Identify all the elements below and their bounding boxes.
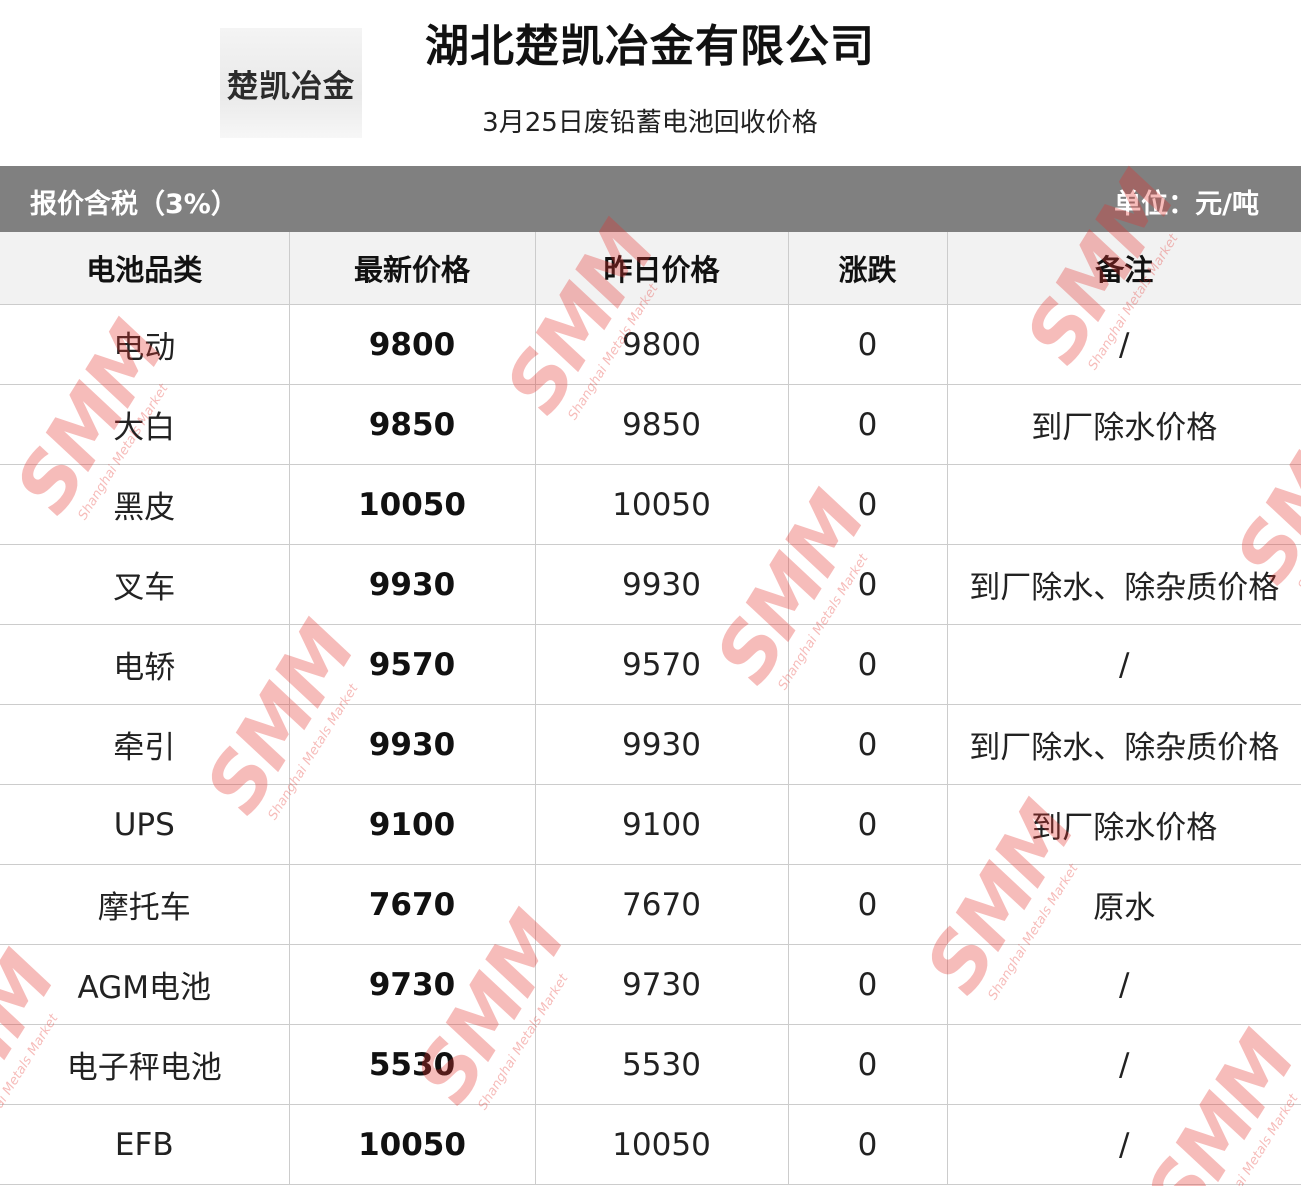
cell-latest-price: 9100: [288, 784, 535, 865]
cell-note: 到厂除水价格: [946, 384, 1301, 465]
logo-text: 楚凯冶金: [227, 68, 355, 105]
cell-change: 0: [787, 464, 947, 545]
table-header-row: 电池品类 最新价格 昨日价格 涨跌 备注: [0, 232, 1301, 305]
cell-note: /: [946, 944, 1301, 1025]
cell-yesterday-price: 9730: [534, 944, 788, 1025]
cell-latest-price: 10050: [288, 1104, 535, 1185]
table-row: 叉车 9930 9930 0 到厂除水、除杂质价格: [0, 544, 1301, 625]
cell-latest-price: 9850: [288, 384, 535, 465]
cell-change: 0: [787, 544, 947, 625]
table-row: EFB 10050 10050 0 /: [0, 1104, 1301, 1185]
cell-change: 0: [787, 304, 947, 385]
cell-change: 0: [787, 784, 947, 865]
cell-note: [946, 464, 1301, 545]
cell-category: 牵引: [0, 704, 289, 785]
table-row: 黑皮 10050 10050 0: [0, 464, 1301, 545]
table-row: 摩托车 7670 7670 0 原水: [0, 864, 1301, 945]
company-name: 湖北楚凯冶金有限公司: [425, 21, 875, 72]
cell-category: 叉车: [0, 544, 289, 625]
tax-note: 报价含税（3%）: [30, 189, 238, 220]
column-header-category: 电池品类: [0, 232, 289, 305]
cell-change: 0: [787, 944, 947, 1025]
cell-change: 0: [787, 384, 947, 465]
cell-yesterday-price: 9850: [534, 384, 788, 465]
cell-latest-price: 9800: [288, 304, 535, 385]
table-row: 电动 9800 9800 0 /: [0, 304, 1301, 385]
cell-change: 0: [787, 1024, 947, 1105]
cell-change: 0: [787, 624, 947, 705]
company-logo: 楚凯冶金: [220, 28, 362, 138]
cell-category: AGM电池: [0, 944, 289, 1025]
header: 楚凯冶金 湖北楚凯冶金有限公司 3月25日废铅蓄电池回收价格: [0, 0, 1301, 166]
cell-yesterday-price: 9100: [534, 784, 788, 865]
cell-change: 0: [787, 1104, 947, 1185]
cell-category: 电子秤电池: [0, 1024, 289, 1105]
cell-yesterday-price: 9930: [534, 704, 788, 785]
table-row: 电子秤电池 5530 5530 0 /: [0, 1024, 1301, 1105]
cell-latest-price: 9730: [288, 944, 535, 1025]
unit-note: 单位：元/吨: [1114, 189, 1259, 220]
cell-category: UPS: [0, 784, 289, 865]
cell-yesterday-price: 10050: [534, 464, 788, 545]
cell-category: 摩托车: [0, 864, 289, 945]
cell-note: 原水: [946, 864, 1301, 945]
cell-category: 电动: [0, 304, 289, 385]
cell-yesterday-price: 7670: [534, 864, 788, 945]
table-row: UPS 9100 9100 0 到厂除水价格: [0, 784, 1301, 865]
cell-category: 大白: [0, 384, 289, 465]
cell-yesterday-price: 9800: [534, 304, 788, 385]
cell-category: 电轿: [0, 624, 289, 705]
cell-note: 到厂除水、除杂质价格: [946, 704, 1301, 785]
cell-latest-price: 9930: [288, 544, 535, 625]
cell-category: EFB: [0, 1104, 289, 1185]
column-header-change: 涨跌: [787, 232, 947, 305]
cell-latest-price: 10050: [288, 464, 535, 545]
table-row: 电轿 9570 9570 0 /: [0, 624, 1301, 705]
cell-yesterday-price: 10050: [534, 1104, 788, 1185]
cell-note: /: [946, 624, 1301, 705]
table-row: 牵引 9930 9930 0 到厂除水、除杂质价格: [0, 704, 1301, 785]
price-table: 电池品类 最新价格 昨日价格 涨跌 备注 电动 9800 9800 0 / 大白…: [0, 232, 1301, 1185]
cell-change: 0: [787, 704, 947, 785]
cell-change: 0: [787, 864, 947, 945]
cell-note: /: [946, 1104, 1301, 1185]
cell-latest-price: 7670: [288, 864, 535, 945]
cell-note: /: [946, 1024, 1301, 1105]
cell-latest-price: 9930: [288, 704, 535, 785]
column-header-latest-price: 最新价格: [288, 232, 535, 305]
cell-latest-price: 5530: [288, 1024, 535, 1105]
price-info-band: 报价含税（3%） 单位：元/吨: [0, 166, 1301, 232]
cell-yesterday-price: 9570: [534, 624, 788, 705]
table-row: 大白 9850 9850 0 到厂除水价格: [0, 384, 1301, 465]
cell-note: 到厂除水、除杂质价格: [946, 544, 1301, 625]
cell-yesterday-price: 5530: [534, 1024, 788, 1105]
table-row: AGM电池 9730 9730 0 /: [0, 944, 1301, 1025]
cell-category: 黑皮: [0, 464, 289, 545]
cell-latest-price: 9570: [288, 624, 535, 705]
column-header-yesterday-price: 昨日价格: [534, 232, 788, 305]
page-subtitle: 3月25日废铅蓄电池回收价格: [482, 108, 818, 138]
cell-note: /: [946, 304, 1301, 385]
column-header-note: 备注: [946, 232, 1301, 305]
cell-yesterday-price: 9930: [534, 544, 788, 625]
cell-note: 到厂除水价格: [946, 784, 1301, 865]
